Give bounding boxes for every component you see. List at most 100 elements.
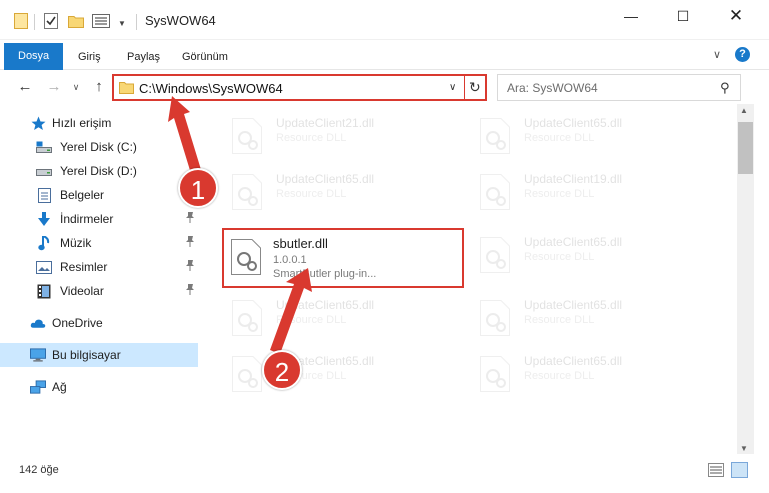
sidebar-item-videos[interactable]: Videolar — [0, 279, 198, 303]
file-name: UpdateClient19.dll — [524, 172, 623, 186]
tab-file[interactable]: Dosya — [4, 43, 64, 70]
toolbar-separator — [34, 14, 35, 30]
maximize-button[interactable]: ☐ — [660, 0, 706, 32]
chevron-down-icon[interactable]: ∨ — [713, 48, 721, 61]
forward-button[interactable]: → — [44, 77, 64, 97]
file-item[interactable]: UpdateClient65.dll Resource DLL — [208, 346, 448, 402]
file-item[interactable]: UpdateClient19.dll Resource DLL — [456, 164, 696, 220]
folder-icon — [119, 81, 134, 97]
star-icon — [30, 115, 46, 131]
folder-icon[interactable] — [14, 12, 28, 30]
file-description: Resource DLL — [276, 188, 347, 200]
drive-icon — [36, 139, 52, 155]
status-bar: 142 öğe — [0, 454, 769, 493]
file-item[interactable]: UpdateClient21.dll Resource DLL — [208, 108, 448, 164]
vertical-scrollbar[interactable]: ▲ ▼ — [737, 104, 754, 454]
dll-file-icon — [232, 118, 262, 154]
file-item[interactable]: UpdateClient65.dll Resource DLL — [456, 290, 696, 346]
file-name: UpdateClient65.dll — [524, 235, 623, 249]
pin-icon[interactable] — [185, 284, 195, 298]
title-bar: ▼ SysWOW64 — ☐ ✕ — [0, 0, 769, 40]
dll-file-icon — [480, 237, 510, 273]
tab-view[interactable]: Görünüm — [170, 45, 240, 70]
up-button[interactable]: ↑ — [89, 77, 109, 97]
scroll-up-icon[interactable]: ▲ — [740, 106, 748, 115]
file-name: sbutler.dll — [273, 236, 328, 251]
step-badge-2: 2 — [262, 350, 302, 390]
dll-file-icon — [232, 174, 262, 210]
toolbar-separator — [136, 14, 137, 30]
file-description: Resource DLL — [524, 314, 595, 326]
step-badge-1: 1 — [178, 168, 218, 208]
dll-file-icon — [232, 356, 262, 392]
sidebar-item-network[interactable]: Ağ — [0, 375, 198, 399]
search-icon[interactable]: ⚲ — [720, 80, 730, 96]
sidebar-item-label: Yerel Disk (C:) — [60, 140, 137, 154]
details-view-icon[interactable] — [708, 463, 724, 477]
drive-icon — [36, 163, 52, 179]
sidebar-item-label: Hızlı erişim — [52, 116, 112, 130]
tiles-view-icon[interactable] — [731, 462, 748, 478]
file-description: Resource DLL — [524, 370, 595, 382]
pin-icon[interactable] — [185, 260, 195, 274]
pin-icon[interactable] — [185, 236, 195, 250]
dll-file-icon — [480, 174, 510, 210]
dll-file-icon — [480, 356, 510, 392]
sidebar-item-music[interactable]: Müzik — [0, 231, 198, 255]
downloads-icon — [36, 211, 52, 227]
refresh-icon[interactable]: ↻ — [469, 79, 481, 96]
dll-file-icon — [232, 300, 262, 336]
file-name: UpdateClient65.dll — [276, 172, 375, 186]
file-name: UpdateClient65.dll — [524, 354, 623, 368]
network-icon — [30, 379, 46, 395]
new-folder-icon[interactable] — [68, 12, 84, 30]
recent-locations-button[interactable]: ∨ — [66, 77, 86, 97]
file-item[interactable]: UpdateClient65.dll Resource DLL — [208, 164, 448, 220]
item-count: 142 öğe — [19, 464, 59, 476]
close-button[interactable]: ✕ — [713, 0, 759, 32]
file-item[interactable]: UpdateClient65.dll Resource DLL — [208, 290, 448, 346]
file-description: Resource DLL — [524, 251, 595, 263]
help-icon[interactable]: ? — [735, 47, 750, 62]
sidebar-item-this-pc[interactable]: Bu bilgisayar — [0, 343, 198, 367]
sidebar-item-onedrive[interactable]: OneDrive — [0, 311, 198, 335]
sidebar-item-downloads[interactable]: İndirmeler — [0, 207, 198, 231]
tab-home[interactable]: Giriş — [66, 45, 113, 70]
annotation-arrow-2 — [270, 268, 312, 354]
minimize-button[interactable]: — — [608, 0, 654, 32]
scroll-down-icon[interactable]: ▼ — [740, 444, 748, 453]
pin-icon[interactable] — [185, 212, 195, 226]
music-icon — [36, 235, 52, 251]
file-item[interactable]: UpdateClient65.dll Resource DLL — [456, 346, 696, 402]
file-name: UpdateClient65.dll — [524, 116, 623, 130]
sidebar-item-label: Yerel Disk (D:) — [60, 164, 137, 178]
file-item[interactable]: UpdateClient65.dll Resource DLL — [456, 108, 696, 164]
quick-access-dropdown-icon[interactable]: ▼ — [118, 14, 126, 32]
sidebar-item-label: Bu bilgisayar — [52, 348, 121, 362]
videos-icon — [36, 283, 52, 299]
sidebar-item-label: Müzik — [60, 236, 92, 250]
file-description: Resource DLL — [524, 188, 595, 200]
properties-check-icon[interactable] — [44, 12, 58, 30]
sidebar-item-label: OneDrive — [52, 316, 103, 330]
tab-share[interactable]: Paylaş — [115, 45, 172, 70]
customize-icon[interactable] — [92, 12, 110, 30]
file-description: Resource DLL — [276, 132, 347, 144]
navigation-bar: ← → ∨ ↑ C:\Windows\SysWOW64 ∨ ↻ Ara: Sys… — [0, 70, 769, 104]
back-button[interactable]: ← — [15, 77, 35, 97]
sidebar-item-pictures[interactable]: Resimler — [0, 255, 198, 279]
scrollbar-thumb[interactable] — [738, 122, 753, 174]
file-item[interactable]: UpdateClient65.dll Resource DLL — [456, 227, 696, 283]
sidebar-item-label: İndirmeler — [60, 212, 114, 226]
address-separator — [464, 76, 465, 99]
file-item-sbutler[interactable]: sbutler.dll 1.0.0.1 SmartButler plug-in.… — [222, 228, 464, 288]
dll-file-icon — [480, 300, 510, 336]
search-input[interactable]: Ara: SysWOW64 ⚲ — [497, 74, 741, 101]
file-name: UpdateClient65.dll — [524, 298, 623, 312]
sidebar-item-label: Videolar — [60, 284, 104, 298]
file-name: UpdateClient21.dll — [276, 116, 375, 130]
sidebar-item-label: Belgeler — [60, 188, 105, 202]
address-dropdown-icon[interactable]: ∨ — [449, 82, 456, 93]
sidebar-item-label: Resimler — [60, 260, 108, 274]
ribbon: Dosya Giriş Paylaş Görünüm ∨ ? — [0, 40, 769, 70]
